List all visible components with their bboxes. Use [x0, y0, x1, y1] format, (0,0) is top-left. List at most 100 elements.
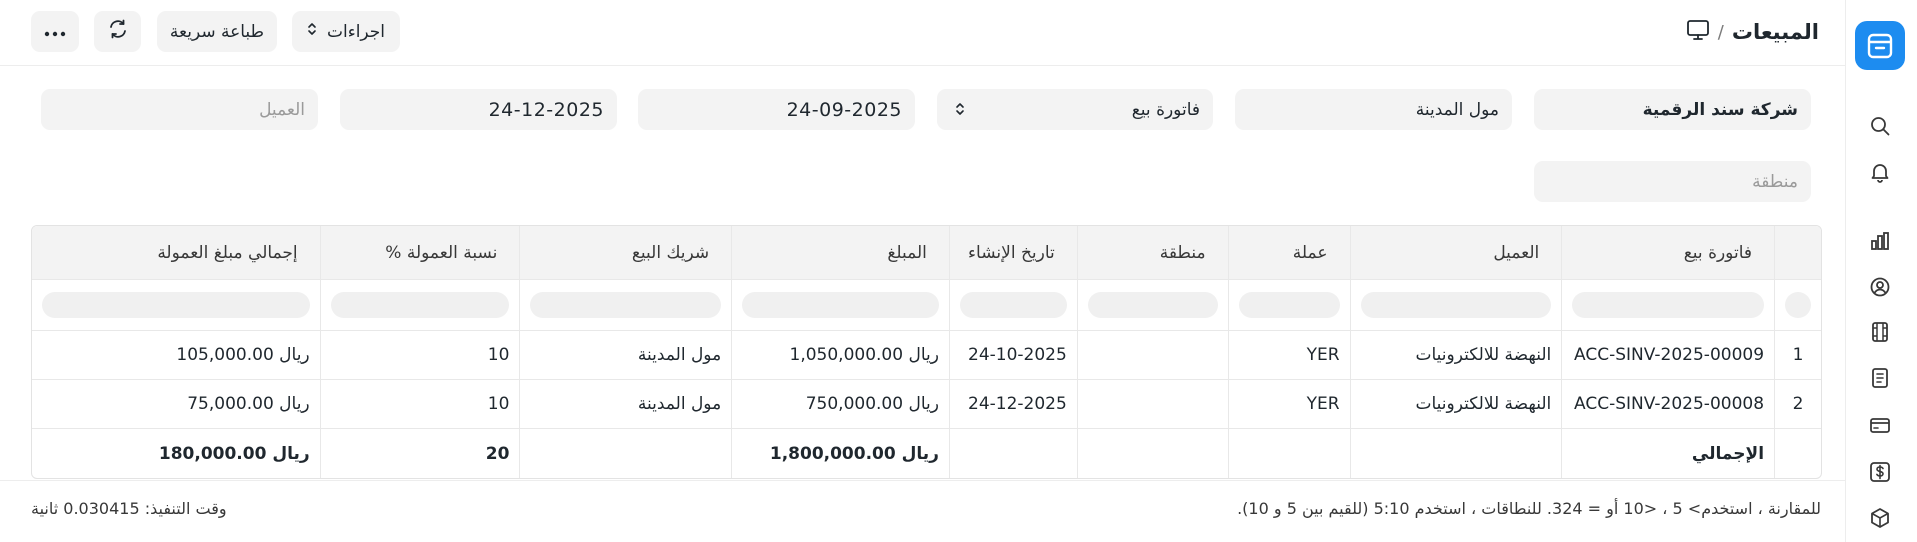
territory-cell[interactable]	[1076, 380, 1228, 428]
column-header[interactable]: شريك البيع	[519, 226, 731, 279]
filter-hint-text: للمقارنة ، استخدم> 5 ، <10 أو = 324. للن…	[1237, 499, 1821, 518]
commission-cell[interactable]: ريال 75,000.00	[32, 380, 320, 428]
rate-cell[interactable]: 10	[319, 380, 520, 428]
to-date-field[interactable]: 24-12-2025	[340, 89, 617, 130]
currency-cell[interactable]: YER	[1227, 331, 1350, 379]
filter-input[interactable]	[42, 292, 310, 318]
filter-input[interactable]	[959, 292, 1067, 318]
page-title[interactable]: المبيعات	[1732, 20, 1819, 44]
from-date-field[interactable]: 24-09-2025	[638, 89, 915, 130]
column-header[interactable]: فاتورة بيع	[1561, 226, 1774, 279]
total-label: الإجمالي	[1561, 429, 1774, 478]
customer-cell[interactable]: النهضة للالكترونيات	[1349, 331, 1562, 379]
customer-cell[interactable]: النهضة للالكترونيات	[1349, 380, 1562, 428]
breadcrumb: / المبيعات	[1686, 17, 1819, 47]
package-icon[interactable]	[1867, 505, 1893, 531]
filter-input[interactable]	[742, 292, 939, 318]
filter-cell	[948, 280, 1077, 330]
date-cell[interactable]: 24-10-2025	[948, 331, 1077, 379]
total-cell	[1349, 429, 1562, 478]
app-logo[interactable]	[1855, 21, 1905, 70]
total-rate: 20	[319, 429, 520, 478]
row-index: 2	[1774, 380, 1821, 428]
filter-input[interactable]	[1087, 292, 1218, 318]
commission-cell[interactable]: ريال 105,000.00	[32, 331, 320, 379]
page-header: / المبيعات اجراءات طباعة سريعة	[0, 0, 1845, 66]
filter-cell	[319, 280, 520, 330]
territory-field[interactable]: منطقة	[1534, 161, 1811, 202]
column-header[interactable]: إجمالي مبلغ العمولة	[32, 226, 320, 279]
total-cell	[948, 429, 1077, 478]
total-cell	[1227, 429, 1350, 478]
chart-icon[interactable]	[1867, 228, 1893, 254]
app-logo-icon	[1867, 33, 1893, 58]
column-header[interactable]: تاريخ الإنشاء	[948, 226, 1077, 279]
ellipsis-icon	[44, 22, 66, 42]
amount-cell[interactable]: ريال 750,000.00	[731, 380, 949, 428]
invoice-cell[interactable]: ACC-SINV-2025-00009	[1561, 331, 1774, 379]
column-header[interactable]: نسبة العمولة %	[319, 226, 520, 279]
sales-partner-field[interactable]: مول المدينة	[1235, 89, 1512, 130]
filter-input[interactable]	[1572, 292, 1765, 318]
total-cell	[1076, 429, 1228, 478]
actions-button[interactable]: اجراءات	[292, 11, 400, 52]
document-type-select[interactable]: فاتورة بيع	[937, 89, 1213, 130]
total-amount: ريال 1,800,000.00	[731, 429, 949, 478]
currency-cell[interactable]: YER	[1227, 380, 1350, 428]
quick-print-button[interactable]: طباعة سريعة	[157, 11, 277, 52]
filter-input[interactable]	[1360, 292, 1552, 318]
filter-input[interactable]	[1238, 292, 1340, 318]
updown-icon	[955, 100, 965, 123]
more-options-button[interactable]	[31, 11, 79, 52]
execution-time-text: وقت التنفيذ: 0.030415 ثانية	[31, 499, 227, 518]
refresh-button[interactable]	[94, 11, 141, 52]
column-header[interactable]: المبلغ	[731, 226, 949, 279]
customer-field[interactable]: العميل	[41, 89, 318, 130]
row-index	[1774, 429, 1821, 478]
column-header[interactable]: العميل	[1349, 226, 1562, 279]
date-cell[interactable]: 24-12-2025	[948, 380, 1077, 428]
filter-input[interactable]	[330, 292, 510, 318]
header-index	[1774, 226, 1821, 279]
film-icon[interactable]	[1867, 319, 1893, 345]
filter-input[interactable]	[530, 292, 722, 318]
partner-cell[interactable]: مول المدينة	[519, 380, 731, 428]
amount-cell[interactable]: ريال 1,050,000.00	[731, 331, 949, 379]
territory-cell[interactable]	[1076, 331, 1228, 379]
filter-cell	[1349, 280, 1562, 330]
sidebar	[1845, 0, 1917, 542]
updown-icon	[307, 21, 317, 42]
document-icon[interactable]	[1867, 365, 1893, 391]
company-field[interactable]: شركة سند الرقمية	[1534, 89, 1811, 130]
user-circle-icon[interactable]	[1867, 274, 1893, 300]
bell-icon[interactable]	[1867, 159, 1893, 185]
table-header-row: فاتورة بيع العميل عملة منطقة تاريخ الإنش…	[32, 226, 1821, 280]
filter-cell	[519, 280, 731, 330]
rate-cell[interactable]: 10	[319, 331, 520, 379]
total-commission: ريال 180,000.00	[158, 443, 310, 464]
filter-cell	[1076, 280, 1228, 330]
table-row[interactable]: 2 ACC-SINV-2025-00008 النهضة للالكترونيا…	[32, 380, 1821, 429]
main-area: / المبيعات اجراءات طباعة سريعة شركة سند …	[0, 0, 1845, 542]
filter-input[interactable]	[1785, 292, 1811, 318]
table-row[interactable]: 1 ACC-SINV-2025-00009 النهضة للالكترونيا…	[32, 331, 1821, 380]
invoice-cell[interactable]: ACC-SINV-2025-00008	[1561, 380, 1774, 428]
filter-cell	[731, 280, 949, 330]
column-header[interactable]: منطقة	[1076, 226, 1228, 279]
filter-cell	[1227, 280, 1350, 330]
column-header[interactable]: عملة	[1227, 226, 1350, 279]
table-total-row: الإجمالي ريال 1,800,000.00 20 ريال 180,0…	[32, 429, 1821, 478]
refresh-icon	[107, 18, 129, 45]
quick-print-label: طباعة سريعة	[169, 21, 265, 42]
row-index: 1	[1774, 331, 1821, 379]
partner-cell[interactable]: مول المدينة	[519, 331, 731, 379]
credit-card-icon[interactable]	[1867, 412, 1893, 438]
desktop-icon[interactable]	[1686, 19, 1710, 46]
table-filter-row	[32, 280, 1821, 331]
search-icon[interactable]	[1867, 113, 1893, 139]
dollar-icon[interactable]	[1867, 459, 1893, 485]
filter-cell	[1774, 280, 1821, 330]
filter-cell	[32, 280, 320, 330]
breadcrumb-separator: /	[1717, 21, 1724, 43]
actions-label: اجراءات	[326, 21, 386, 42]
